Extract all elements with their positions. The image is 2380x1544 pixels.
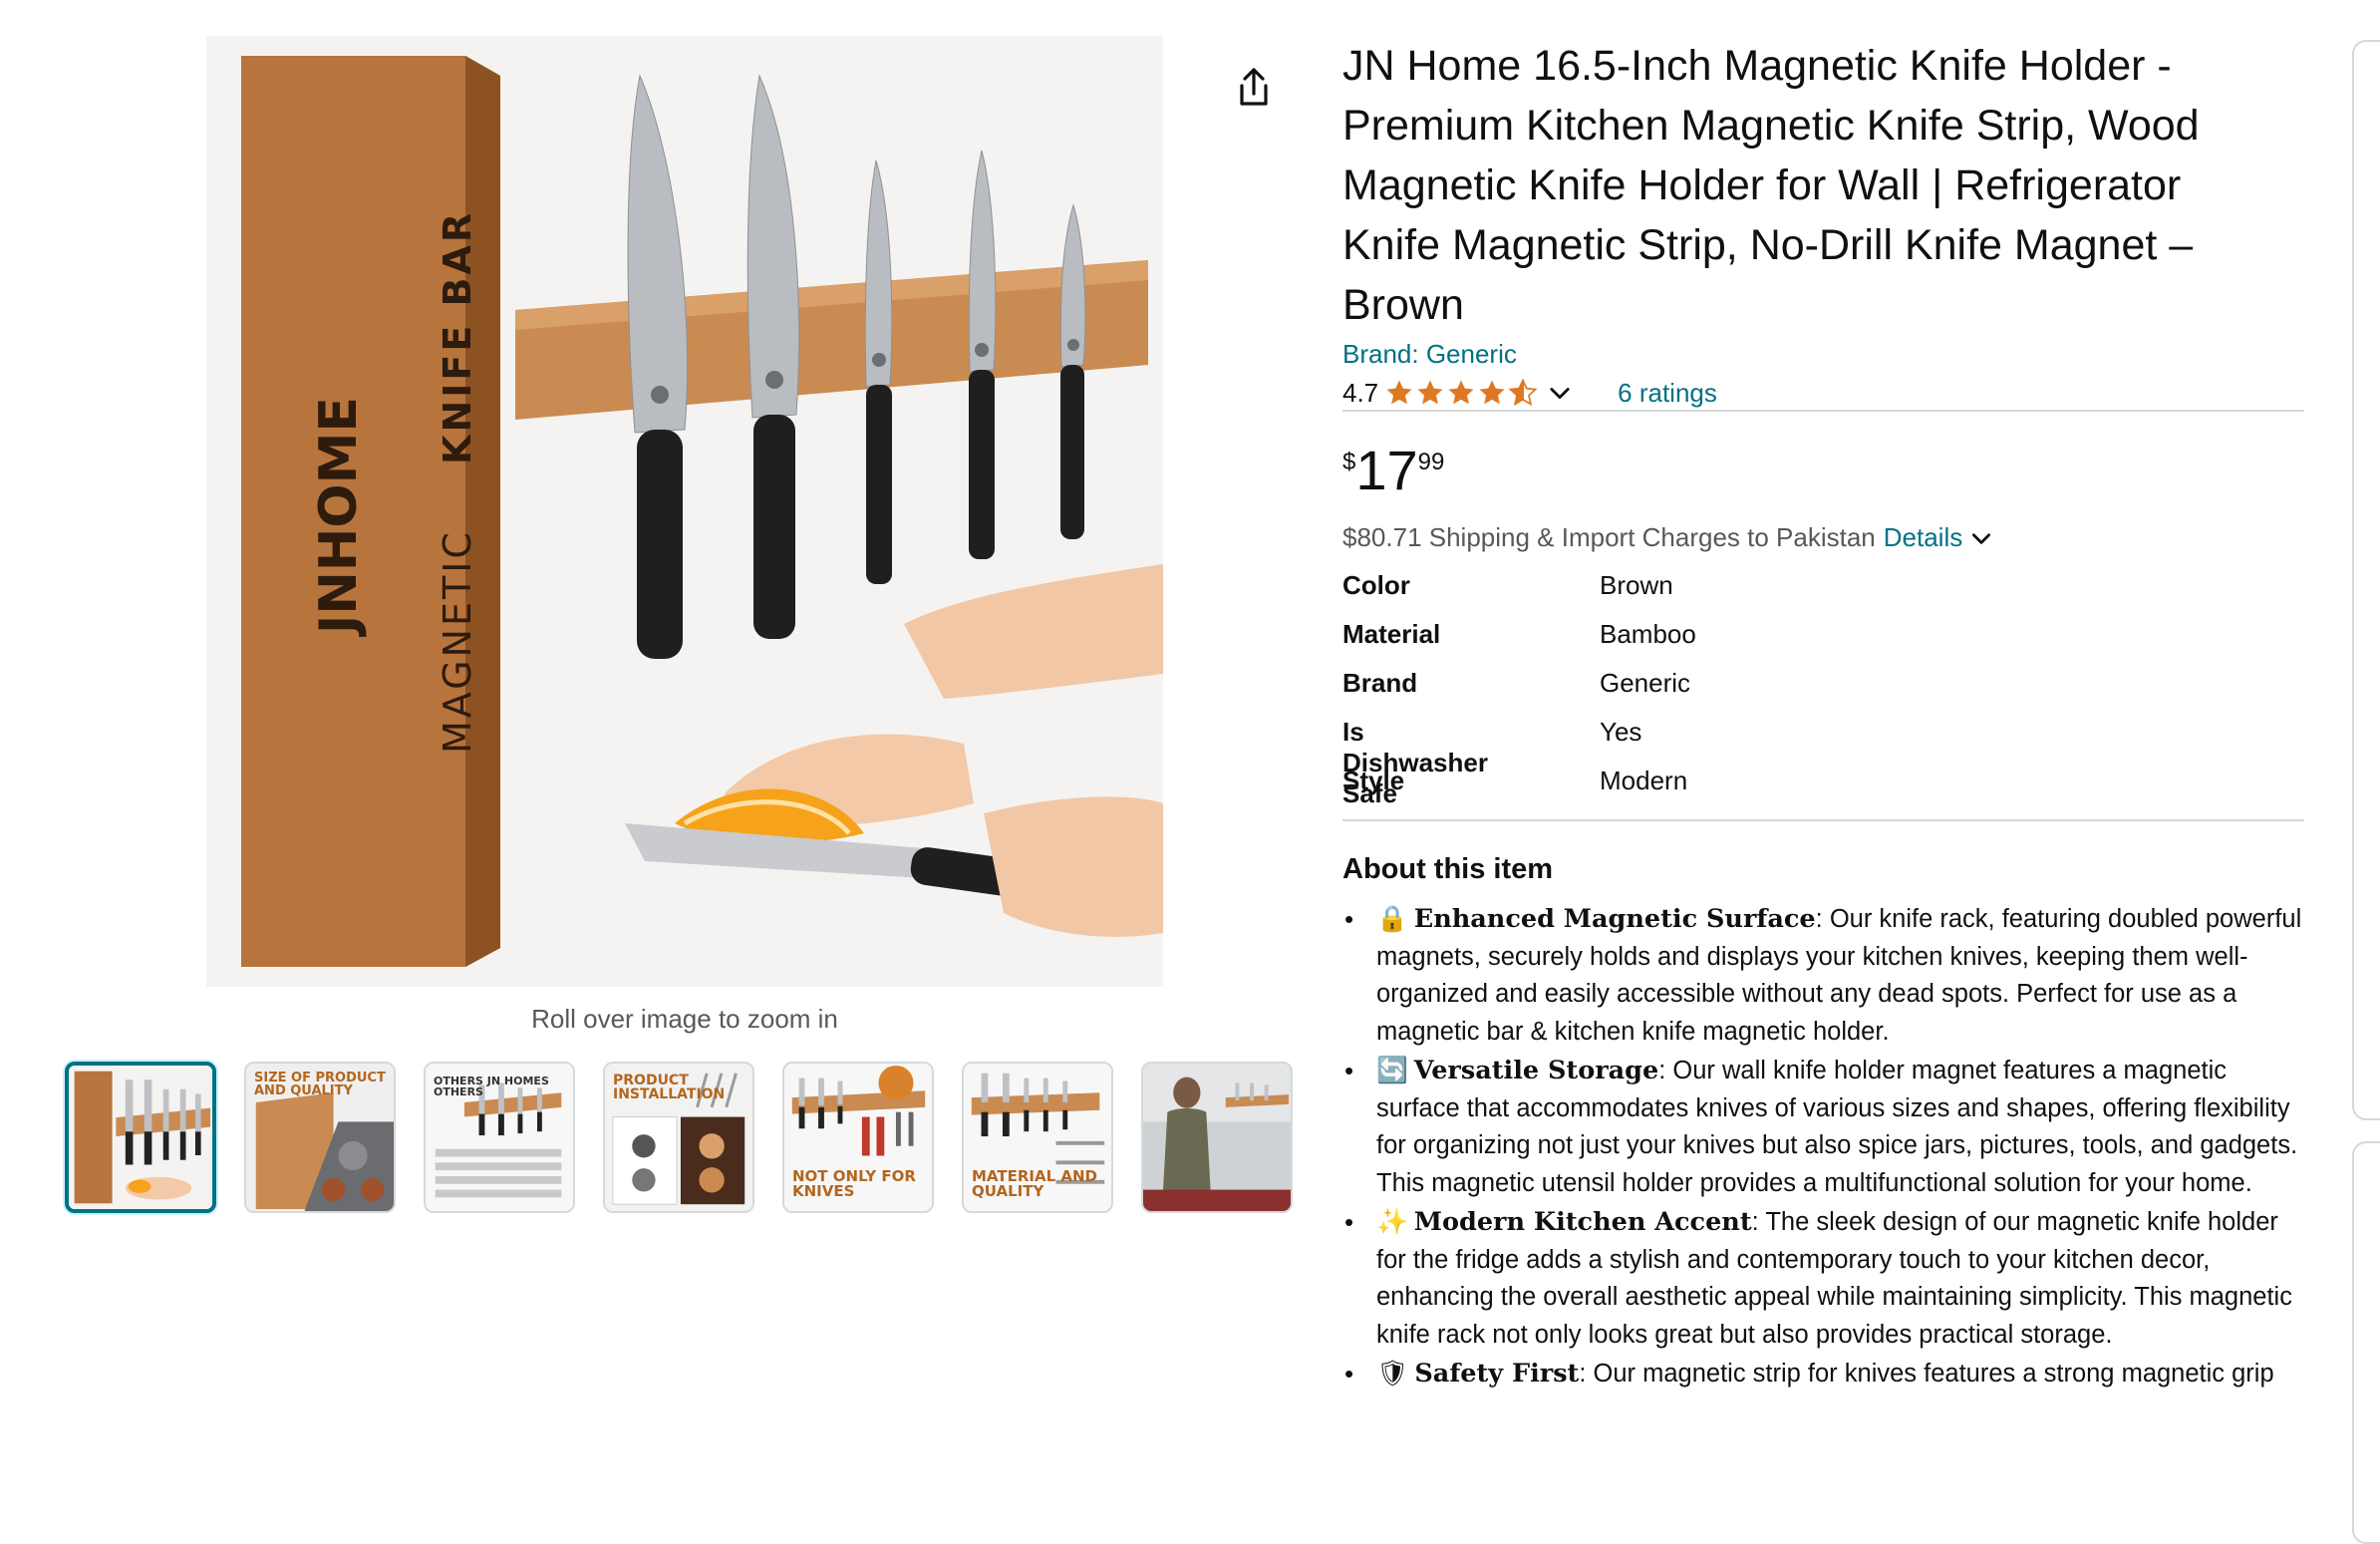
thumbnail-7-image: [1143, 1064, 1291, 1211]
shipping-details-link[interactable]: Details: [1884, 522, 1962, 553]
star-icon: [1386, 380, 1412, 405]
spec-key: Brand: [1342, 668, 1418, 698]
thumbnail-6[interactable]: MATERIAL AND QUALITY: [962, 1062, 1113, 1213]
thumbnail-3-caption: OTHERS JN HOMES OTHERS: [434, 1075, 549, 1098]
spec-value: Generic: [1600, 668, 1691, 698]
box-label-light: MAGNETIC: [436, 529, 479, 754]
zoom-hint: Roll over image to zoom in: [531, 1004, 838, 1034]
shipping-text: $80.71 Shipping & Import Charges to Paki…: [1342, 522, 1876, 552]
thumbnail-2[interactable]: SIZE OF PRODUCT AND QUALITY: [244, 1062, 396, 1213]
price: $ 17 99: [1342, 439, 1444, 502]
thumbnail-4-caption: PRODUCT INSTALLATION: [613, 1073, 726, 1102]
half-star-icon: [1508, 378, 1538, 407]
thumbnail-2-caption: SIZE OF PRODUCT AND QUALITY: [254, 1071, 386, 1098]
thumbnail-6-caption: MATERIAL AND QUALITY: [972, 1167, 1097, 1200]
shipping-info: $80.71 Shipping & Import Charges to Paki…: [1342, 522, 1994, 553]
main-product-image[interactable]: JNHOME MAGNETIC KNIFE BAR: [206, 36, 1163, 987]
spec-value: Bamboo: [1600, 619, 1696, 649]
chevron-down-icon[interactable]: [1546, 379, 1574, 407]
product-photo: JNHOME MAGNETIC KNIFE BAR: [206, 36, 1163, 987]
repeat-icon: 🔄: [1376, 1057, 1408, 1084]
spec-key: Material: [1342, 619, 1441, 649]
bullet-item: ✨Modern Kitchen Accent: The sleek design…: [1342, 1204, 2304, 1354]
share-button[interactable]: [1230, 64, 1278, 112]
bullet-item: 🔄Versatile Storage: Our wall knife holde…: [1342, 1053, 2304, 1202]
share-icon: [1240, 68, 1268, 106]
about-heading: About this item: [1342, 853, 1554, 885]
star-icon: [1448, 380, 1474, 405]
thumbnail-4[interactable]: PRODUCT INSTALLATION: [603, 1062, 754, 1213]
thumbnail-5[interactable]: NOT ONLY FOR KNIVES: [782, 1062, 934, 1213]
box-brand-text: JNHOME: [309, 397, 369, 637]
buy-box-panel: [2352, 40, 2380, 1120]
thumbnail-7[interactable]: [1141, 1062, 1293, 1213]
sparkles-icon: ✨: [1376, 1208, 1408, 1236]
box-label-bold: KNIFE BAR: [436, 210, 479, 464]
brand-link[interactable]: Brand: Generic: [1342, 339, 1517, 370]
product-title: JN Home 16.5-Inch Magnetic Knife Holder …: [1342, 42, 2200, 329]
bullet-text: : Our magnetic strip for knives features…: [1579, 1360, 2274, 1388]
ratings-count-link[interactable]: 6 ratings: [1618, 378, 1717, 409]
thumbnail-1[interactable]: [65, 1062, 216, 1213]
lock-icon: 🔒: [1376, 905, 1408, 933]
side-panel: [2352, 1141, 2380, 1544]
bullet-item: 🛡Safety First: Our magnetic strip for kn…: [1342, 1356, 2304, 1393]
thumbnail-3[interactable]: OTHERS JN HOMES OTHERS: [424, 1062, 575, 1213]
thumbnail-5-caption: NOT ONLY FOR KNIVES: [792, 1167, 916, 1200]
star-icon: [1479, 380, 1505, 405]
shield-icon: 🛡: [1376, 1360, 1409, 1388]
thumbnail-1-image: [69, 1066, 212, 1209]
bullet-item: 🔒Enhanced Magnetic Surface: Our knife ra…: [1342, 901, 2304, 1051]
spec-value: Brown: [1600, 570, 1673, 600]
star-rating[interactable]: [1384, 378, 1538, 408]
chevron-down-icon[interactable]: [1968, 525, 1994, 551]
divider: [1342, 410, 2304, 412]
spec-value: Yes: [1600, 717, 1642, 747]
rating-row: 4.7 6 ratings: [1342, 375, 1717, 411]
bullet-title: Modern Kitchen Accent: [1413, 1207, 1752, 1237]
star-icon: [1417, 380, 1443, 405]
bullet-title: Safety First: [1414, 1359, 1580, 1389]
spec-key: Style: [1342, 766, 1405, 795]
divider: [1342, 819, 2304, 821]
spec-value: Modern: [1600, 766, 1688, 795]
price-fraction: 99: [1417, 449, 1445, 475]
bullet-title: Versatile Storage: [1413, 1056, 1659, 1085]
price-whole: 17: [1355, 439, 1418, 501]
about-bullets: 🔒Enhanced Magnetic Surface: Our knife ra…: [1342, 901, 2304, 1395]
rating-value: 4.7: [1342, 377, 1379, 408]
price-symbol: $: [1342, 449, 1356, 475]
spec-key: Color: [1342, 570, 1410, 600]
bullet-title: Enhanced Magnetic Surface: [1413, 904, 1816, 934]
